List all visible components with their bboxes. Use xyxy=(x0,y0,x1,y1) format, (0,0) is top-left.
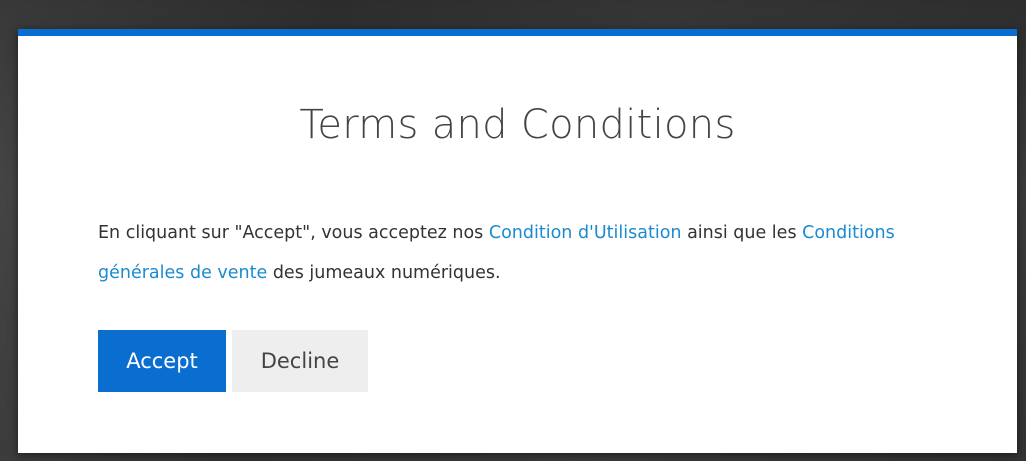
dialog-body: En cliquant sur "Accept", vous acceptez … xyxy=(98,213,918,293)
body-text-middle: ainsi que les xyxy=(681,223,803,243)
terms-of-use-link[interactable]: Condition d'Utilisation xyxy=(489,223,682,243)
accept-button[interactable]: Accept xyxy=(98,330,226,392)
decline-button[interactable]: Decline xyxy=(232,330,368,392)
terms-dialog: Terms and Conditions En cliquant sur "Ac… xyxy=(18,29,1017,453)
dialog-title: Terms and Conditions xyxy=(299,102,736,148)
body-text-end: des jumeaux numériques. xyxy=(267,263,501,283)
body-text-intro: En cliquant sur "Accept", vous acceptez … xyxy=(98,223,489,243)
dialog-actions: Accept Decline xyxy=(98,330,368,392)
